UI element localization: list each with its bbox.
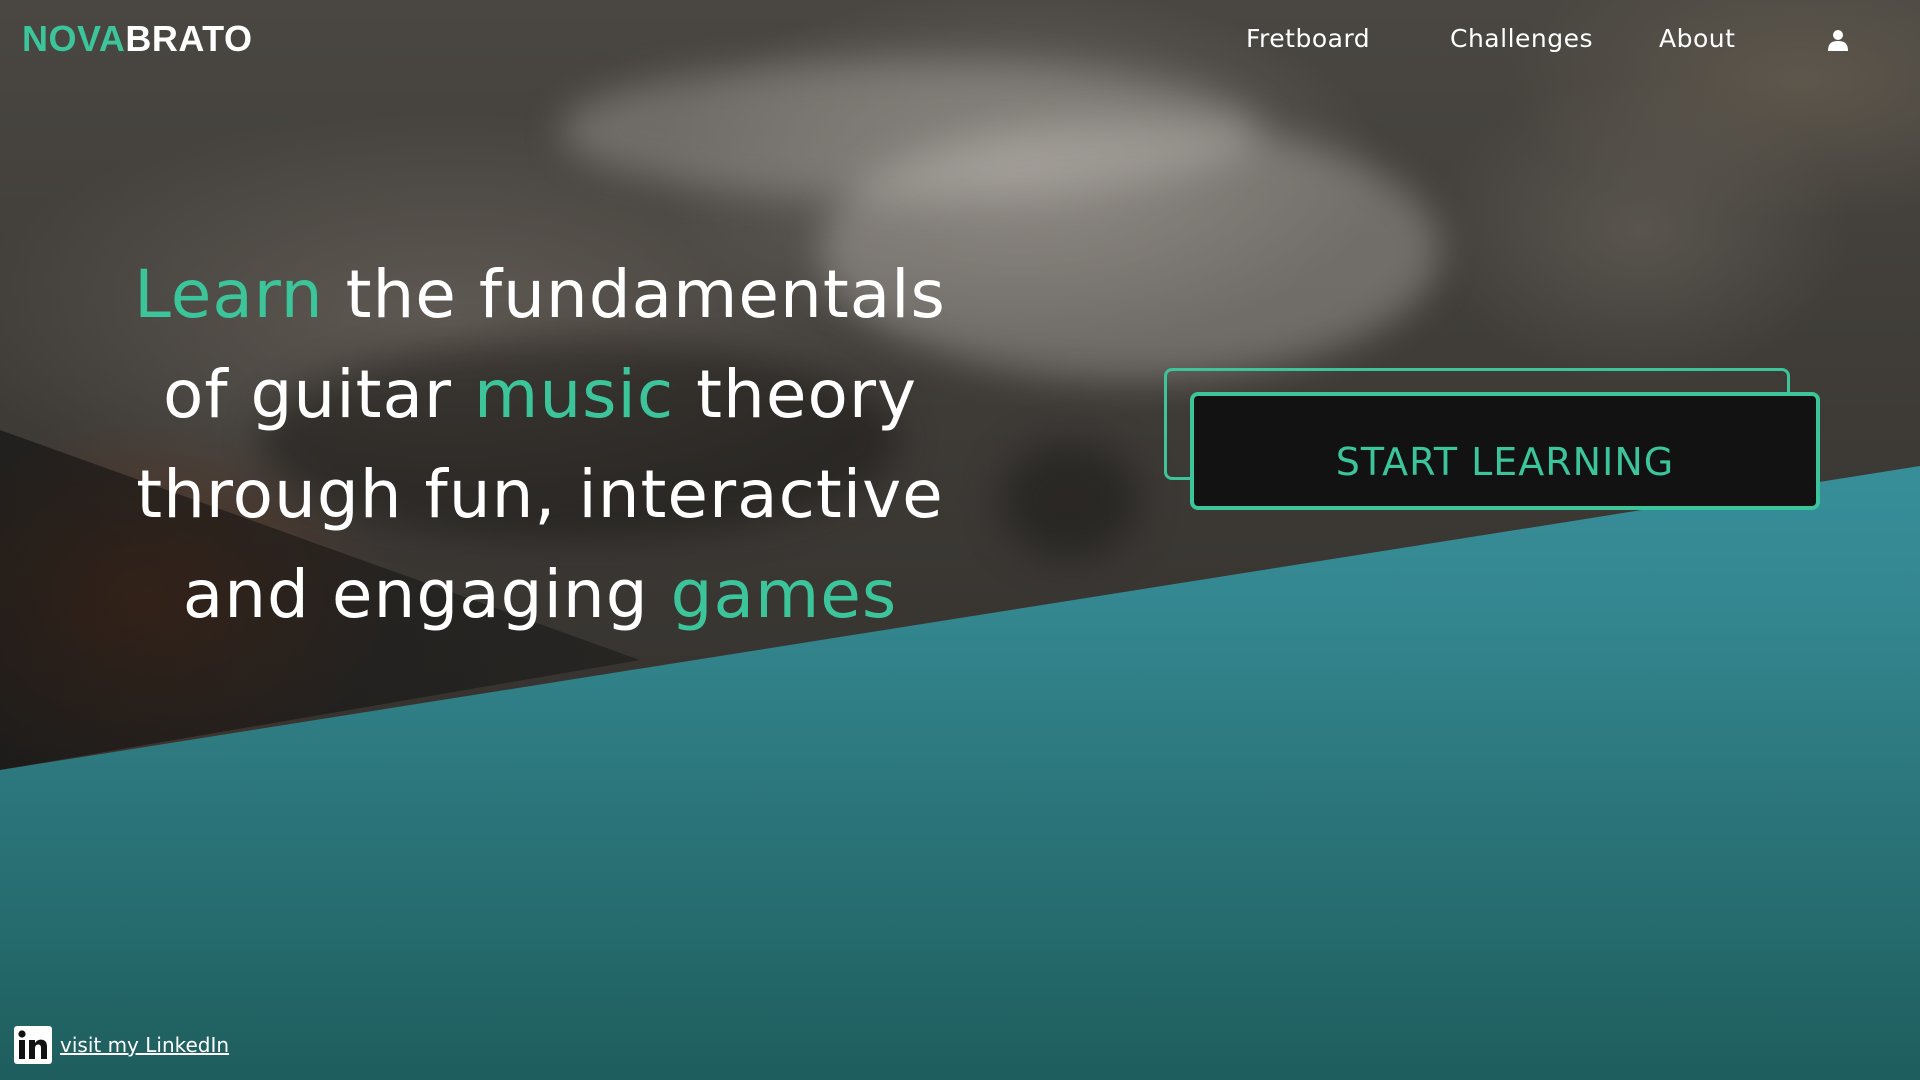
linkedin-link[interactable]: visit my LinkedIn xyxy=(14,1026,229,1064)
hero-headline: Learn the fundamentals of guitar music t… xyxy=(110,245,970,645)
start-learning-button[interactable]: START LEARNING xyxy=(1190,392,1820,510)
linkedin-label: visit my LinkedIn xyxy=(60,1033,230,1057)
headline-line-2: of guitar music theory xyxy=(110,345,970,445)
user-icon[interactable] xyxy=(1826,28,1850,52)
headline-line-4: and engaging games xyxy=(110,545,970,645)
knob-blur xyxy=(1000,440,1140,560)
brand-part-brato: BRATO xyxy=(125,18,253,59)
headline-accent-games: games xyxy=(670,556,898,633)
cta-container: START LEARNING xyxy=(1164,368,1820,516)
nav-link-fretboard[interactable]: Fretboard xyxy=(1246,24,1370,53)
linkedin-icon xyxy=(14,1026,52,1064)
headline-line-1: Learn the fundamentals xyxy=(110,245,970,345)
headline-accent-music: music xyxy=(474,356,675,433)
brand-part-nova: NOVA xyxy=(22,18,126,59)
brand-logo[interactable]: NOVABRATO xyxy=(22,18,253,60)
nav-link-challenges[interactable]: Challenges xyxy=(1450,24,1593,53)
headline-line-3: through fun, interactive xyxy=(136,456,944,533)
headline-text: of guitar xyxy=(162,356,475,433)
headline-text: and engaging xyxy=(182,556,671,633)
headline-text: the fundamentals xyxy=(323,256,946,333)
headline-text: theory xyxy=(674,356,918,433)
nav-link-about[interactable]: About xyxy=(1659,24,1735,53)
navbar: NOVABRATO Fretboard Challenges About xyxy=(0,0,1920,80)
page: NOVABRATO Fretboard Challenges About Lea… xyxy=(0,0,1920,1080)
headline-accent-learn: Learn xyxy=(134,256,324,333)
